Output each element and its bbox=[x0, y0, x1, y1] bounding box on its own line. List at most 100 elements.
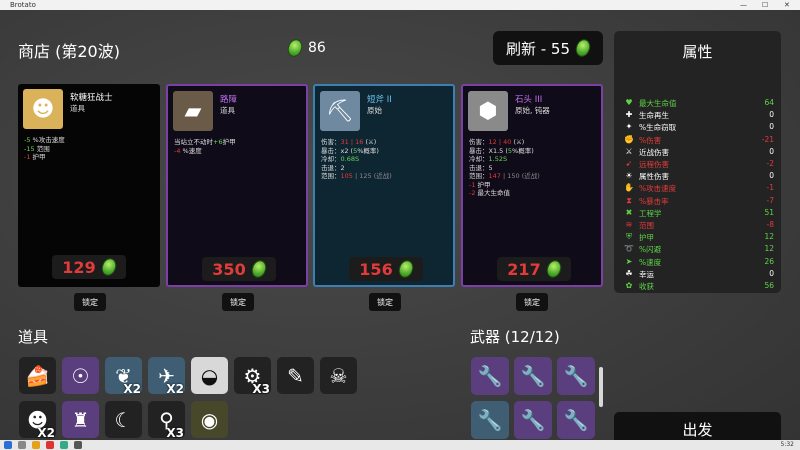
buy-button[interactable]: 129 bbox=[52, 255, 126, 279]
shop-card-1[interactable]: ☻ 软糖狂战士 道具 -5 %攻击速度 -15 范围 -1 护甲 129 bbox=[18, 84, 160, 287]
shop-card-4[interactable]: ⬢ 石头 III 原始, 钝器 伤害：12 | 40 (⚔) 暴击：X1.5 (5… bbox=[461, 84, 603, 287]
item-slot[interactable]: ✈ X2 bbox=[148, 357, 185, 396]
desc-line: -15 范围 bbox=[24, 145, 156, 154]
stat-row[interactable]: ➤ %速度 26 bbox=[624, 257, 774, 269]
item-slot[interactable]: ☠ bbox=[320, 357, 357, 394]
weapon-slot[interactable]: 🔧 bbox=[514, 357, 552, 395]
shop-card-3[interactable]: ⛏ 短斧 II 原始 伤害：31 | 16 (⚔) 暴击：x2 (5%概率) 冷却：… bbox=[313, 84, 455, 287]
desc-line: 范围：105 | 125 (近战) bbox=[321, 172, 449, 181]
stat-label: 远程伤害 bbox=[639, 160, 669, 169]
stat-value: 0 bbox=[769, 110, 774, 120]
app-icon[interactable] bbox=[60, 441, 68, 449]
lifesteal-icon: ✦ bbox=[625, 122, 633, 132]
minimize-icon[interactable]: — bbox=[740, 0, 747, 10]
item-count: X2 bbox=[166, 382, 184, 396]
stat-row[interactable]: ≋ 范围 -8 bbox=[624, 220, 774, 232]
item-slot[interactable]: 🍰 bbox=[19, 357, 56, 394]
desc-segment: +6 bbox=[213, 138, 223, 146]
stat-row[interactable]: ♥ 最大生命值 64 bbox=[624, 98, 774, 110]
desc-segment: 31 | 16 bbox=[340, 138, 364, 146]
price-value: 129 bbox=[62, 257, 96, 277]
desc-line: 当站立不动时+6护甲 bbox=[174, 138, 302, 147]
desc-segment: 当站立不动时 bbox=[174, 138, 213, 146]
inventory-scrollbar[interactable] bbox=[599, 367, 603, 407]
desc-segment: 0.68S bbox=[340, 155, 360, 163]
price-value: 156 bbox=[359, 259, 393, 279]
stat-row[interactable]: ⚔ 近战伤害 0 bbox=[624, 147, 774, 159]
item-slot[interactable]: ◒ bbox=[191, 357, 228, 394]
item-slot[interactable]: ◉ bbox=[191, 401, 228, 438]
weapon-slot[interactable]: 🔧 bbox=[557, 401, 595, 439]
stat-row[interactable]: ➰ %闪避 12 bbox=[624, 244, 774, 256]
search-icon[interactable] bbox=[18, 441, 26, 449]
stat-row[interactable]: ✿ 收获 56 bbox=[624, 281, 774, 293]
stat-value: 12 bbox=[764, 244, 774, 254]
lock-button-4[interactable]: 锁定 bbox=[516, 293, 548, 311]
desc-segment: 护甲 bbox=[30, 153, 46, 161]
weapons-title: 武器 (12/12) bbox=[470, 328, 560, 346]
desc-line: -1 护甲 bbox=[469, 181, 597, 190]
item-slot[interactable]: ☾ bbox=[105, 401, 142, 438]
item-slot[interactable]: ❦ X2 bbox=[105, 357, 142, 396]
stat-row[interactable]: ✖ 工程学 51 bbox=[624, 208, 774, 220]
desc-line: 范围：147 | 150 (近战) bbox=[469, 172, 597, 181]
material-icon bbox=[99, 256, 119, 278]
item-slot[interactable]: ♜ bbox=[62, 401, 99, 438]
weapon-slot[interactable]: 🔧 bbox=[557, 357, 595, 395]
harvesting-icon: ✿ bbox=[625, 281, 633, 290]
item-count: X3 bbox=[166, 426, 184, 440]
stat-row[interactable]: ✊ %伤害 -21 bbox=[624, 135, 774, 147]
stat-row[interactable]: ✋ %攻击速度 -1 bbox=[624, 183, 774, 195]
stat-label: %暴击率 bbox=[639, 196, 669, 206]
weapon-slot[interactable]: 🔧 bbox=[471, 357, 509, 395]
maximize-icon[interactable]: ☐ bbox=[762, 0, 768, 10]
lock-button-2[interactable]: 锁定 bbox=[222, 293, 254, 311]
stat-label: %速度 bbox=[639, 257, 662, 267]
item-slot[interactable]: ⚲ X3 bbox=[148, 401, 185, 440]
stat-row[interactable]: ☘ 幸运 0 bbox=[624, 269, 774, 281]
stat-row[interactable]: ✦ %生命窃取 0 bbox=[624, 122, 774, 134]
stat-value: -7 bbox=[766, 195, 774, 205]
regen-icon: ✚ bbox=[625, 110, 633, 120]
stat-label: %攻击速度 bbox=[639, 184, 677, 194]
lock-button-3[interactable]: 锁定 bbox=[369, 293, 401, 311]
item-slot[interactable]: ☻ X2 bbox=[19, 401, 56, 440]
stat-row[interactable]: ☀ 属性伤害 0 bbox=[624, 171, 774, 183]
item-slot[interactable]: ⚙ X3 bbox=[234, 357, 271, 396]
desc-line: -5 %攻击速度 bbox=[24, 136, 156, 145]
weapon-slot[interactable]: 🔧 bbox=[514, 401, 552, 439]
items-title: 道具 bbox=[18, 328, 49, 346]
stat-row[interactable]: ➹ 远程伤害 -2 bbox=[624, 159, 774, 171]
item-slot[interactable]: ✎ bbox=[277, 357, 314, 394]
stat-value: 26 bbox=[764, 256, 774, 266]
app-icon[interactable] bbox=[46, 441, 54, 449]
range-icon: ≋ bbox=[625, 220, 633, 229]
desc-segment: 击退：5 bbox=[469, 163, 493, 172]
stat-row[interactable]: ⛨ 护甲 12 bbox=[624, 232, 774, 244]
shop-card-2[interactable]: ▰ 路障 道具 当站立不动时+6护甲 -4 %速度 350 bbox=[166, 84, 308, 287]
weapon-slot[interactable]: 🔧 bbox=[471, 401, 509, 439]
stat-label: 范围 bbox=[639, 221, 654, 230]
stat-value: 12 bbox=[764, 232, 774, 242]
brotato-taskbar-icon[interactable] bbox=[74, 441, 82, 449]
stats-panel: 属性 ♥ 最大生命值 64 ✚ 生命再生 0 ✦ %生命窃取 0 ✊ %伤害 -21 ⚔ 近战伤害 0 ➹ 远程… bbox=[614, 31, 781, 293]
stat-value: 0 bbox=[769, 146, 774, 156]
card-type: 道具 bbox=[220, 106, 235, 115]
wrench-icon: 🔧 bbox=[563, 364, 589, 388]
item-slot[interactable]: ☉ bbox=[62, 357, 99, 394]
lock-button-1[interactable]: 锁定 bbox=[74, 293, 106, 311]
explorer-icon[interactable] bbox=[32, 441, 40, 449]
reroll-label: 刷新 - 55 bbox=[505, 39, 571, 58]
buy-button[interactable]: 156 bbox=[349, 257, 423, 281]
reroll-button[interactable]: 刷新 - 55 bbox=[493, 31, 603, 65]
buy-button[interactable]: 350 bbox=[202, 257, 276, 281]
buy-button[interactable]: 217 bbox=[497, 257, 571, 281]
money-display: 86 bbox=[285, 37, 326, 59]
close-icon[interactable]: ✕ bbox=[784, 0, 790, 10]
jacket-icon: ♜ bbox=[71, 407, 90, 432]
stat-label: 最大生命值 bbox=[639, 99, 677, 108]
stat-row[interactable]: ✚ 生命再生 0 bbox=[624, 110, 774, 122]
stat-row[interactable]: ⧗ %暴击率 -7 bbox=[624, 196, 774, 208]
card-name: 软糖狂战士 bbox=[70, 93, 113, 103]
start-icon[interactable] bbox=[4, 441, 12, 449]
